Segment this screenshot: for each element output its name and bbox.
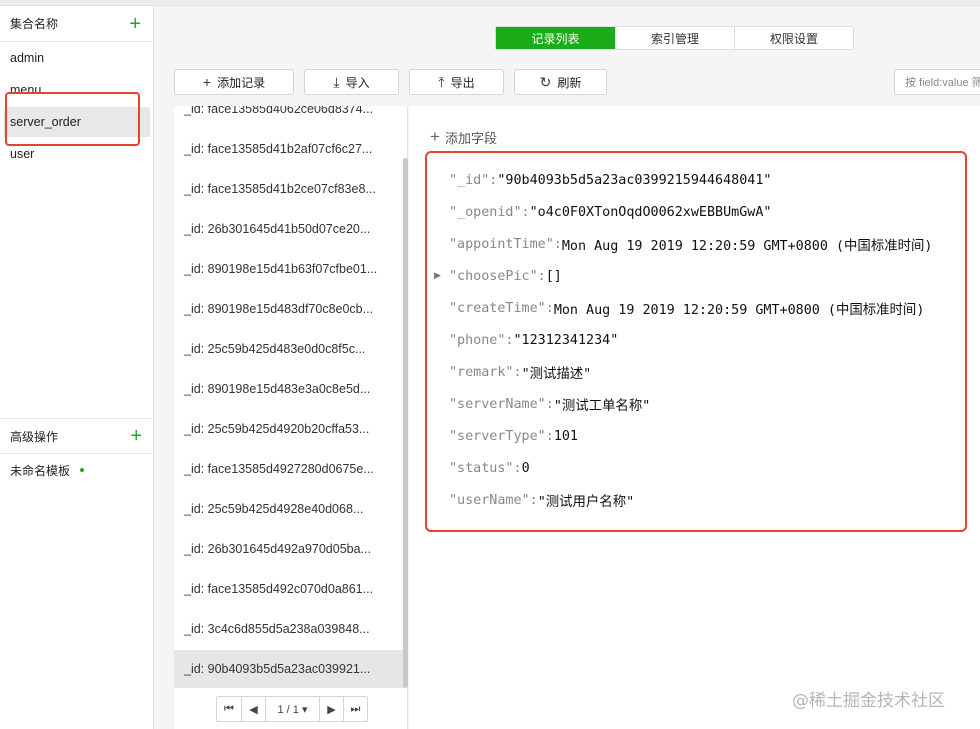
field-value: "测试描述" bbox=[521, 367, 592, 382]
last-page-button[interactable]: ⏭ bbox=[343, 697, 367, 721]
add-collection-icon[interactable]: + bbox=[129, 14, 141, 34]
record-toolbar: + 添加记录 ⤓ 导入 ⤒ 导出 ↻ 刷新 bbox=[174, 69, 617, 95]
field-key: "serverName": bbox=[449, 396, 554, 412]
watermark: @稀土掘金技术社区 bbox=[792, 691, 945, 711]
tab-record-list[interactable]: 记录列表 bbox=[496, 27, 615, 49]
refresh-button[interactable]: ↻ 刷新 bbox=[514, 69, 607, 95]
import-button[interactable]: ⤓ 导入 bbox=[304, 69, 399, 95]
field-value: 101 bbox=[553, 428, 578, 444]
view-tabs: 记录列表 索引管理 权限设置 bbox=[495, 26, 854, 50]
export-button[interactable]: ⤒ 导出 bbox=[409, 69, 504, 95]
next-page-button[interactable]: ▶ bbox=[319, 697, 343, 721]
field-key: "phone": bbox=[449, 332, 514, 348]
plus-icon: + bbox=[202, 74, 212, 90]
record-item[interactable]: _id: 26b301645d41b50d07ce20... bbox=[174, 212, 406, 246]
record-item[interactable]: _id: 25c59b425d4920b20cffa53... bbox=[174, 412, 406, 446]
tab-index-management[interactable]: 索引管理 bbox=[615, 27, 734, 49]
field-user-name[interactable]: "userName": "测试用户名称" bbox=[449, 490, 635, 511]
record-item[interactable]: _id: face13585d41b2af07cf6c27... bbox=[174, 132, 406, 166]
field-remark[interactable]: "remark": "测试描述" bbox=[449, 362, 592, 383]
record-item[interactable]: _id: 25c59b425d483e0d0c8f5c... bbox=[174, 332, 406, 366]
collections-header: 集合名称 + bbox=[0, 6, 153, 42]
collection-item-admin[interactable]: admin bbox=[4, 43, 150, 73]
template-item[interactable]: 未命名模板 bbox=[0, 454, 154, 486]
field-key: "createTime": bbox=[449, 300, 554, 316]
record-item[interactable]: _id: face13585d492c070d0a861... bbox=[174, 572, 406, 606]
field-openid[interactable]: "_openid": "o4c0F0XTonOqdO0062xwEBBUmGwA… bbox=[449, 202, 771, 222]
pagination: ⏮ ◀ 1 / 1 ▾ ▶ ⏭ bbox=[216, 696, 368, 722]
record-item[interactable]: _id: 26b301645d492a970d05ba... bbox=[174, 532, 406, 566]
field-appoint-time[interactable]: "appointTime": Mon Aug 19 2019 12:20:59 … bbox=[449, 234, 933, 255]
first-page-button[interactable]: ⏮ bbox=[217, 697, 241, 721]
record-item[interactable]: _id: 890198e15d41b63f07cfbe01... bbox=[174, 252, 406, 286]
page-select[interactable]: 1 / 1 ▾ bbox=[265, 697, 319, 721]
expand-arrow-icon[interactable]: ▶ bbox=[434, 270, 441, 281]
template-label: 未命名模板 bbox=[10, 463, 71, 478]
add-field-button[interactable]: + 添加字段 bbox=[430, 127, 497, 147]
add-record-label: 添加记录 bbox=[217, 75, 266, 90]
refresh-icon: ↻ bbox=[539, 73, 552, 90]
add-field-label: 添加字段 bbox=[444, 130, 497, 146]
upload-icon: ⤒ bbox=[438, 73, 445, 90]
add-template-icon[interactable]: + bbox=[130, 426, 142, 446]
field-phone[interactable]: "phone": "12312341234" bbox=[449, 330, 618, 350]
collections-title: 集合名称 bbox=[10, 17, 59, 31]
field-key: "_id": bbox=[449, 172, 498, 188]
record-list: _id: face13585d4062ce06d8374... _id: fac… bbox=[174, 106, 408, 729]
field-key: "appointTime": bbox=[449, 236, 562, 252]
refresh-label: 刷新 bbox=[557, 75, 582, 90]
field-server-type[interactable]: "serverType": 101 bbox=[449, 426, 578, 446]
field-key: "status": bbox=[449, 460, 522, 476]
record-item[interactable]: _id: face13585d41b2ce07cf83e8... bbox=[174, 172, 406, 206]
collection-sidebar: 集合名称 + admin menu server_order user 高级操作… bbox=[0, 6, 154, 729]
record-item[interactable]: _id: face13585d4927280d0675e... bbox=[174, 452, 406, 486]
field-value: [] bbox=[545, 268, 562, 284]
field-status[interactable]: "status": 0 bbox=[449, 458, 530, 478]
unsaved-dot-icon bbox=[80, 468, 85, 472]
record-item[interactable]: _id: 890198e15d483df70c8e0cb... bbox=[174, 292, 406, 326]
field-choose-pic[interactable]: "choosePic": [] bbox=[449, 266, 562, 286]
advanced-title: 高级操作 bbox=[10, 429, 59, 444]
filter-input[interactable]: 按 field:value 筛 bbox=[894, 69, 980, 95]
tab-permission-settings[interactable]: 权限设置 bbox=[734, 27, 853, 49]
field-value: "测试用户名称" bbox=[537, 495, 635, 510]
record-item[interactable]: _id: 25c59b425d4928e40d068... bbox=[174, 492, 406, 526]
plus-icon: + bbox=[430, 127, 440, 146]
collection-highlight-box bbox=[5, 92, 140, 146]
field-create-time[interactable]: "createTime": Mon Aug 19 2019 12:20:59 G… bbox=[449, 298, 925, 319]
field-value: "12312341234" bbox=[513, 332, 619, 348]
field-value: "90b4093b5d5a23ac0399215944648041" bbox=[497, 172, 772, 188]
field-key: "_openid": bbox=[449, 204, 530, 220]
field-value: "o4c0F0XTonOqdO0062xwEBBUmGwA" bbox=[529, 204, 772, 220]
field-value: Mon Aug 19 2019 12:20:59 GMT+0800 (中国标准时… bbox=[561, 239, 933, 254]
record-list-scrollbar[interactable] bbox=[403, 158, 408, 688]
record-item-selected[interactable]: _id: 90b4093b5d5a23ac039921... bbox=[174, 650, 406, 688]
field-value: 0 bbox=[521, 460, 530, 476]
record-item[interactable]: _id: 890198e15d483e3a0c8e5d... bbox=[174, 372, 406, 406]
advanced-header: 高级操作 + bbox=[0, 418, 154, 454]
record-item[interactable]: _id: face13585d4062ce06d8374... bbox=[174, 106, 406, 126]
add-record-button[interactable]: + 添加记录 bbox=[174, 69, 294, 95]
export-label: 导出 bbox=[450, 75, 475, 90]
advanced-section: 高级操作 + 未命名模板 bbox=[0, 418, 154, 486]
field-key: "serverType": bbox=[449, 428, 554, 444]
field-key: "remark": bbox=[449, 364, 522, 380]
field-value: Mon Aug 19 2019 12:20:59 GMT+0800 (中国标准时… bbox=[553, 303, 925, 318]
download-icon: ⤓ bbox=[333, 73, 340, 90]
field-value: "测试工单名称" bbox=[553, 399, 651, 414]
prev-page-button[interactable]: ◀ bbox=[241, 697, 265, 721]
field-key: "userName": bbox=[449, 492, 538, 508]
import-label: 导入 bbox=[345, 75, 370, 90]
field-id[interactable]: "_id": "90b4093b5d5a23ac0399215944648041… bbox=[449, 170, 771, 190]
field-server-name[interactable]: "serverName": "测试工单名称" bbox=[449, 394, 651, 415]
record-item[interactable]: _id: 3c4c6d855d5a238a039848... bbox=[174, 612, 406, 646]
field-key: "choosePic": bbox=[449, 268, 546, 284]
